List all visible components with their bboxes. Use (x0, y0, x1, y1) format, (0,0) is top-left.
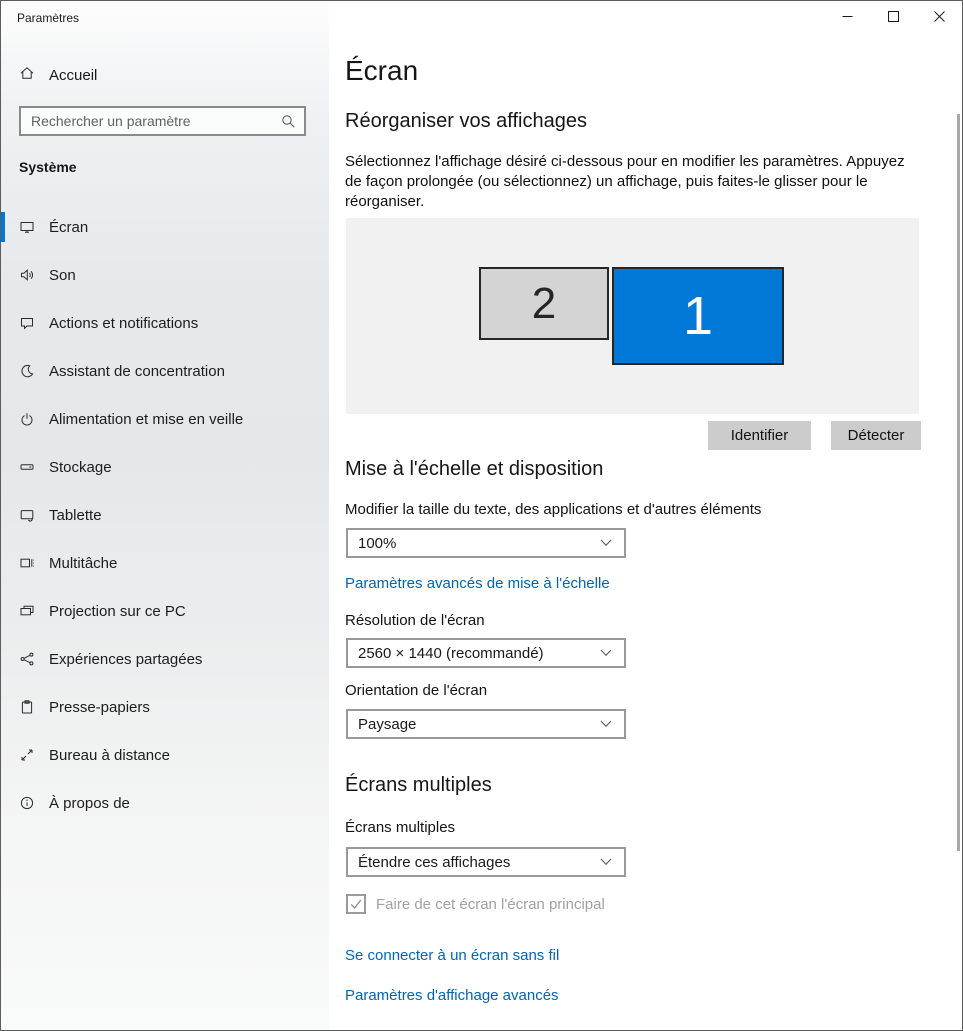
sidebar-item-son[interactable]: Son (1, 251, 329, 299)
sidebar-item-multitache[interactable]: Multitâche (1, 539, 329, 587)
multiple-displays-value: Étendre ces affichages (358, 853, 511, 871)
sidebar-nav: Écran Son Actions et notifications Assis… (1, 203, 329, 827)
sidebar-item-ecran[interactable]: Écran (1, 203, 329, 251)
rearrange-description: Sélectionnez l'affichage désiré ci-desso… (345, 153, 905, 210)
advanced-scaling-link[interactable]: Paramètres avancés de mise à l'échelle (345, 575, 610, 592)
monitor-1-number: 1 (682, 286, 714, 346)
sidebar-item-actions-notifications[interactable]: Actions et notifications (1, 299, 329, 347)
chevron-down-icon (600, 720, 612, 728)
speaker-icon (19, 267, 35, 283)
search-box (19, 106, 306, 136)
display-icon (19, 219, 35, 235)
notifications-icon (19, 315, 35, 331)
sidebar-item-alimentation[interactable]: Alimentation et mise en veille (1, 395, 329, 443)
maximize-button[interactable] (870, 1, 916, 32)
power-icon (19, 411, 35, 427)
monitor-1[interactable]: 1 (612, 267, 784, 365)
sidebar-item-experiences-partagees[interactable]: Expériences partagées (1, 635, 329, 683)
info-icon (19, 795, 35, 811)
sidebar-item-a-propos[interactable]: À propos de (1, 779, 329, 827)
advanced-display-link[interactable]: Paramètres d'affichage avancés (345, 987, 559, 1004)
minimize-icon (842, 16, 852, 17)
close-button[interactable] (916, 1, 962, 32)
clipboard-icon (19, 699, 35, 715)
sidebar-item-stockage[interactable]: Stockage (1, 443, 329, 491)
close-icon (933, 11, 945, 22)
sidebar-item-projection[interactable]: Projection sur ce PC (1, 587, 329, 635)
wireless-display-link[interactable]: Se connecter à un écran sans fil (345, 947, 559, 964)
resolution-value: 2560 × 1440 (recommandé) (358, 644, 544, 662)
multiple-displays-heading: Écrans multiples (345, 774, 492, 796)
project-icon (19, 603, 35, 619)
tablet-icon (19, 507, 35, 523)
sidebar-item-bureau-distance[interactable]: Bureau à distance (1, 731, 329, 779)
home-icon (19, 65, 35, 86)
moon-icon (19, 363, 35, 379)
multiple-displays-dropdown[interactable]: Étendre ces affichages (346, 847, 626, 877)
resolution-label: Résolution de l'écran (345, 612, 485, 629)
resolution-dropdown[interactable]: 2560 × 1440 (recommandé) (346, 638, 626, 668)
shared-icon (19, 651, 35, 667)
home-label: Accueil (49, 66, 98, 84)
sidebar-item-assistant-concentration[interactable]: Assistant de concentration (1, 347, 329, 395)
scrollbar-thumb[interactable] (957, 114, 960, 851)
chevron-down-icon (600, 858, 612, 866)
settings-window: Paramètres Accueil Système Écran (0, 0, 963, 1031)
identify-button[interactable]: Identifier (708, 421, 811, 450)
detect-button[interactable]: Détecter (831, 421, 921, 450)
maximize-icon (887, 11, 899, 22)
checkmark-icon (350, 899, 362, 909)
storage-icon (19, 459, 35, 475)
sidebar-item-tablette[interactable]: Tablette (1, 491, 329, 539)
scaling-heading: Mise à l'échelle et disposition (345, 458, 604, 480)
scale-label: Modifier la taille du texte, des applica… (345, 501, 762, 518)
orientation-value: Paysage (358, 715, 417, 733)
orientation-dropdown[interactable]: Paysage (346, 709, 626, 739)
primary-display-checkbox-row: Faire de cet écran l'écran principal (346, 894, 605, 914)
sidebar-section-systeme: Système (19, 159, 77, 175)
orientation-label: Orientation de l'écran (345, 682, 488, 699)
scale-value: 100% (358, 534, 397, 552)
chevron-down-icon (600, 649, 612, 657)
rearrange-heading: Réorganiser vos affichages (345, 110, 587, 132)
monitor-2[interactable]: 2 (479, 267, 609, 340)
search-icon[interactable] (281, 114, 296, 129)
minimize-button[interactable] (824, 1, 870, 32)
window-controls (824, 1, 962, 32)
scale-dropdown[interactable]: 100% (346, 528, 626, 558)
page-title: Écran (345, 55, 419, 86)
multitask-icon (19, 555, 35, 571)
window-title: Paramètres (17, 11, 80, 25)
remote-desktop-icon (19, 747, 35, 763)
monitor-2-number: 2 (531, 278, 557, 328)
primary-display-checkbox[interactable] (346, 894, 366, 914)
chevron-down-icon (600, 539, 612, 547)
selected-indicator (1, 212, 5, 242)
sidebar-item-presse-papiers[interactable]: Presse-papiers (1, 683, 329, 731)
multiple-displays-label: Écrans multiples (345, 819, 456, 836)
search-input[interactable] (21, 113, 281, 129)
sidebar-item-accueil[interactable]: Accueil (1, 57, 329, 93)
primary-display-checkbox-label: Faire de cet écran l'écran principal (376, 895, 605, 913)
